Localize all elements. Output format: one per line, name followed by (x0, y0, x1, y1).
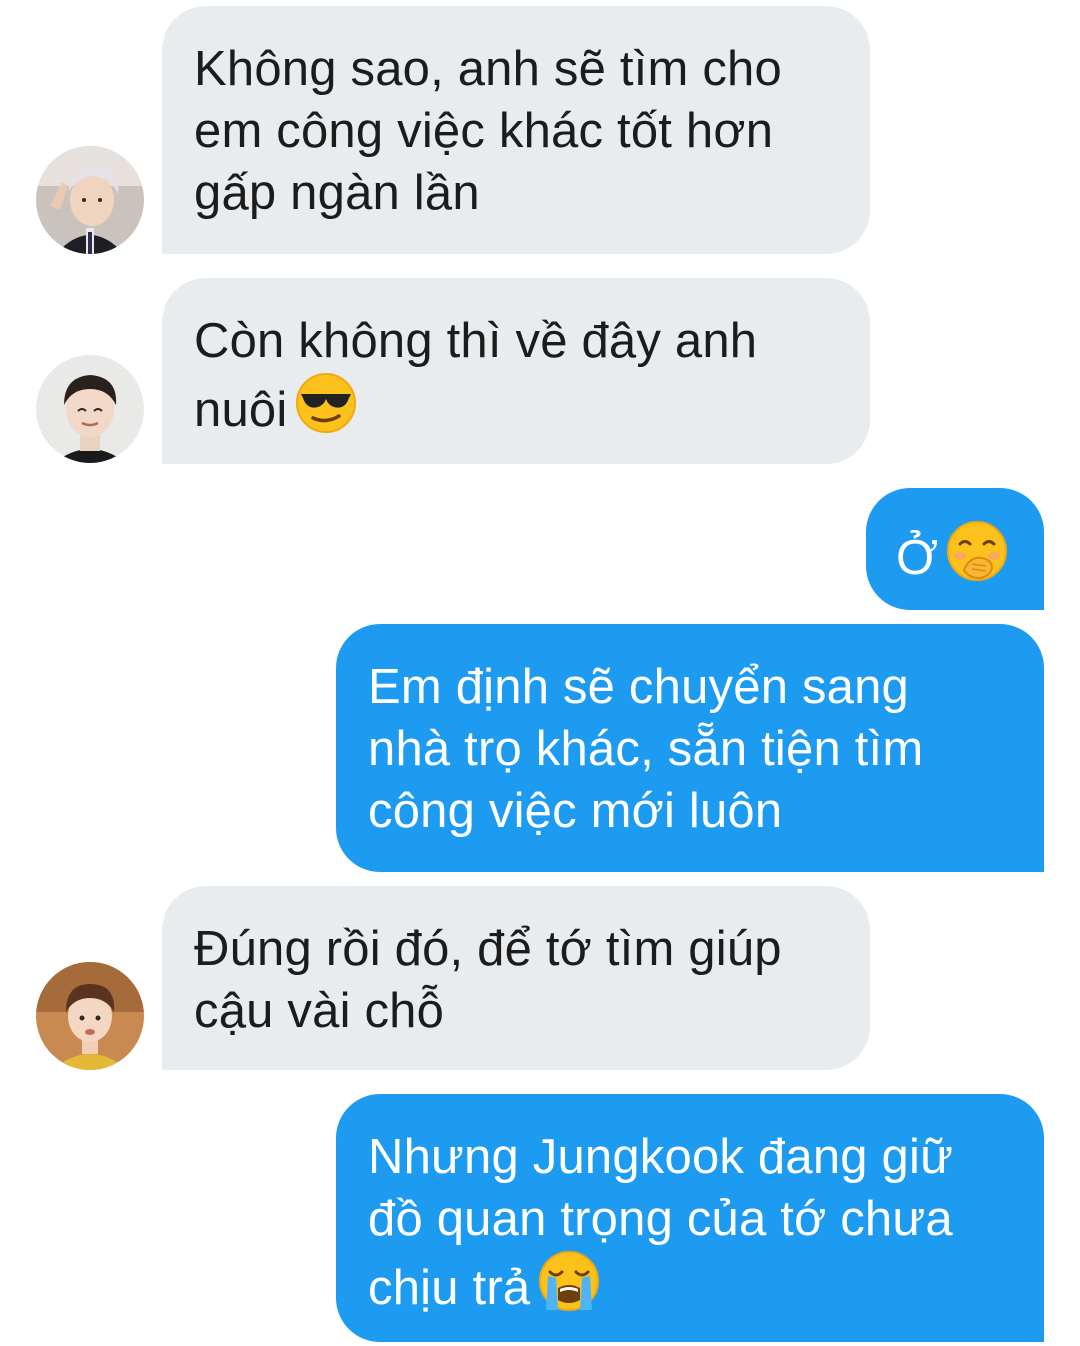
message-bubble-incoming[interactable]: Đúng rồi đó, để tớ tìm giúp cậu vài chỗ (162, 886, 870, 1070)
message-text: Không sao, anh sẽ tìm cho em công việc k… (194, 42, 782, 220)
avatar[interactable] (36, 962, 144, 1070)
message-bubble-outgoing[interactable]: Em định sẽ chuyển sang nhà trọ khác, sẵn… (336, 624, 1044, 872)
message-bubble-incoming[interactable]: Không sao, anh sẽ tìm cho em công việc k… (162, 6, 870, 254)
message-bubble-outgoing[interactable]: Ở (866, 488, 1044, 610)
hand-over-mouth-emoji-icon (946, 520, 1008, 597)
message-bubble-incoming[interactable]: Còn không thì về đây anh nuôi (162, 278, 870, 464)
avatar[interactable] (36, 146, 144, 254)
avatar-silver-hair-icon (36, 146, 144, 254)
message-text: Còn không thì về đây anh nuôi (194, 314, 758, 437)
message-text: Nhưng Jungkook đang giữ đồ quan trọng củ… (368, 1130, 954, 1315)
avatar-dark-hair-icon (36, 355, 144, 463)
message-text: Đúng rồi đó, để tớ tìm giúp cậu vài chỗ (194, 922, 782, 1038)
message-bubble-outgoing[interactable]: Nhưng Jungkook đang giữ đồ quan trọng củ… (336, 1094, 1044, 1342)
avatar[interactable] (36, 355, 144, 463)
message-text: Ở (896, 531, 939, 585)
message-text: Em định sẽ chuyển sang nhà trọ khác, sẵn… (368, 660, 924, 838)
loudly-crying-emoji-icon (538, 1250, 600, 1327)
avatar-brown-hair-icon (36, 962, 144, 1070)
sunglasses-emoji-icon (295, 372, 357, 449)
